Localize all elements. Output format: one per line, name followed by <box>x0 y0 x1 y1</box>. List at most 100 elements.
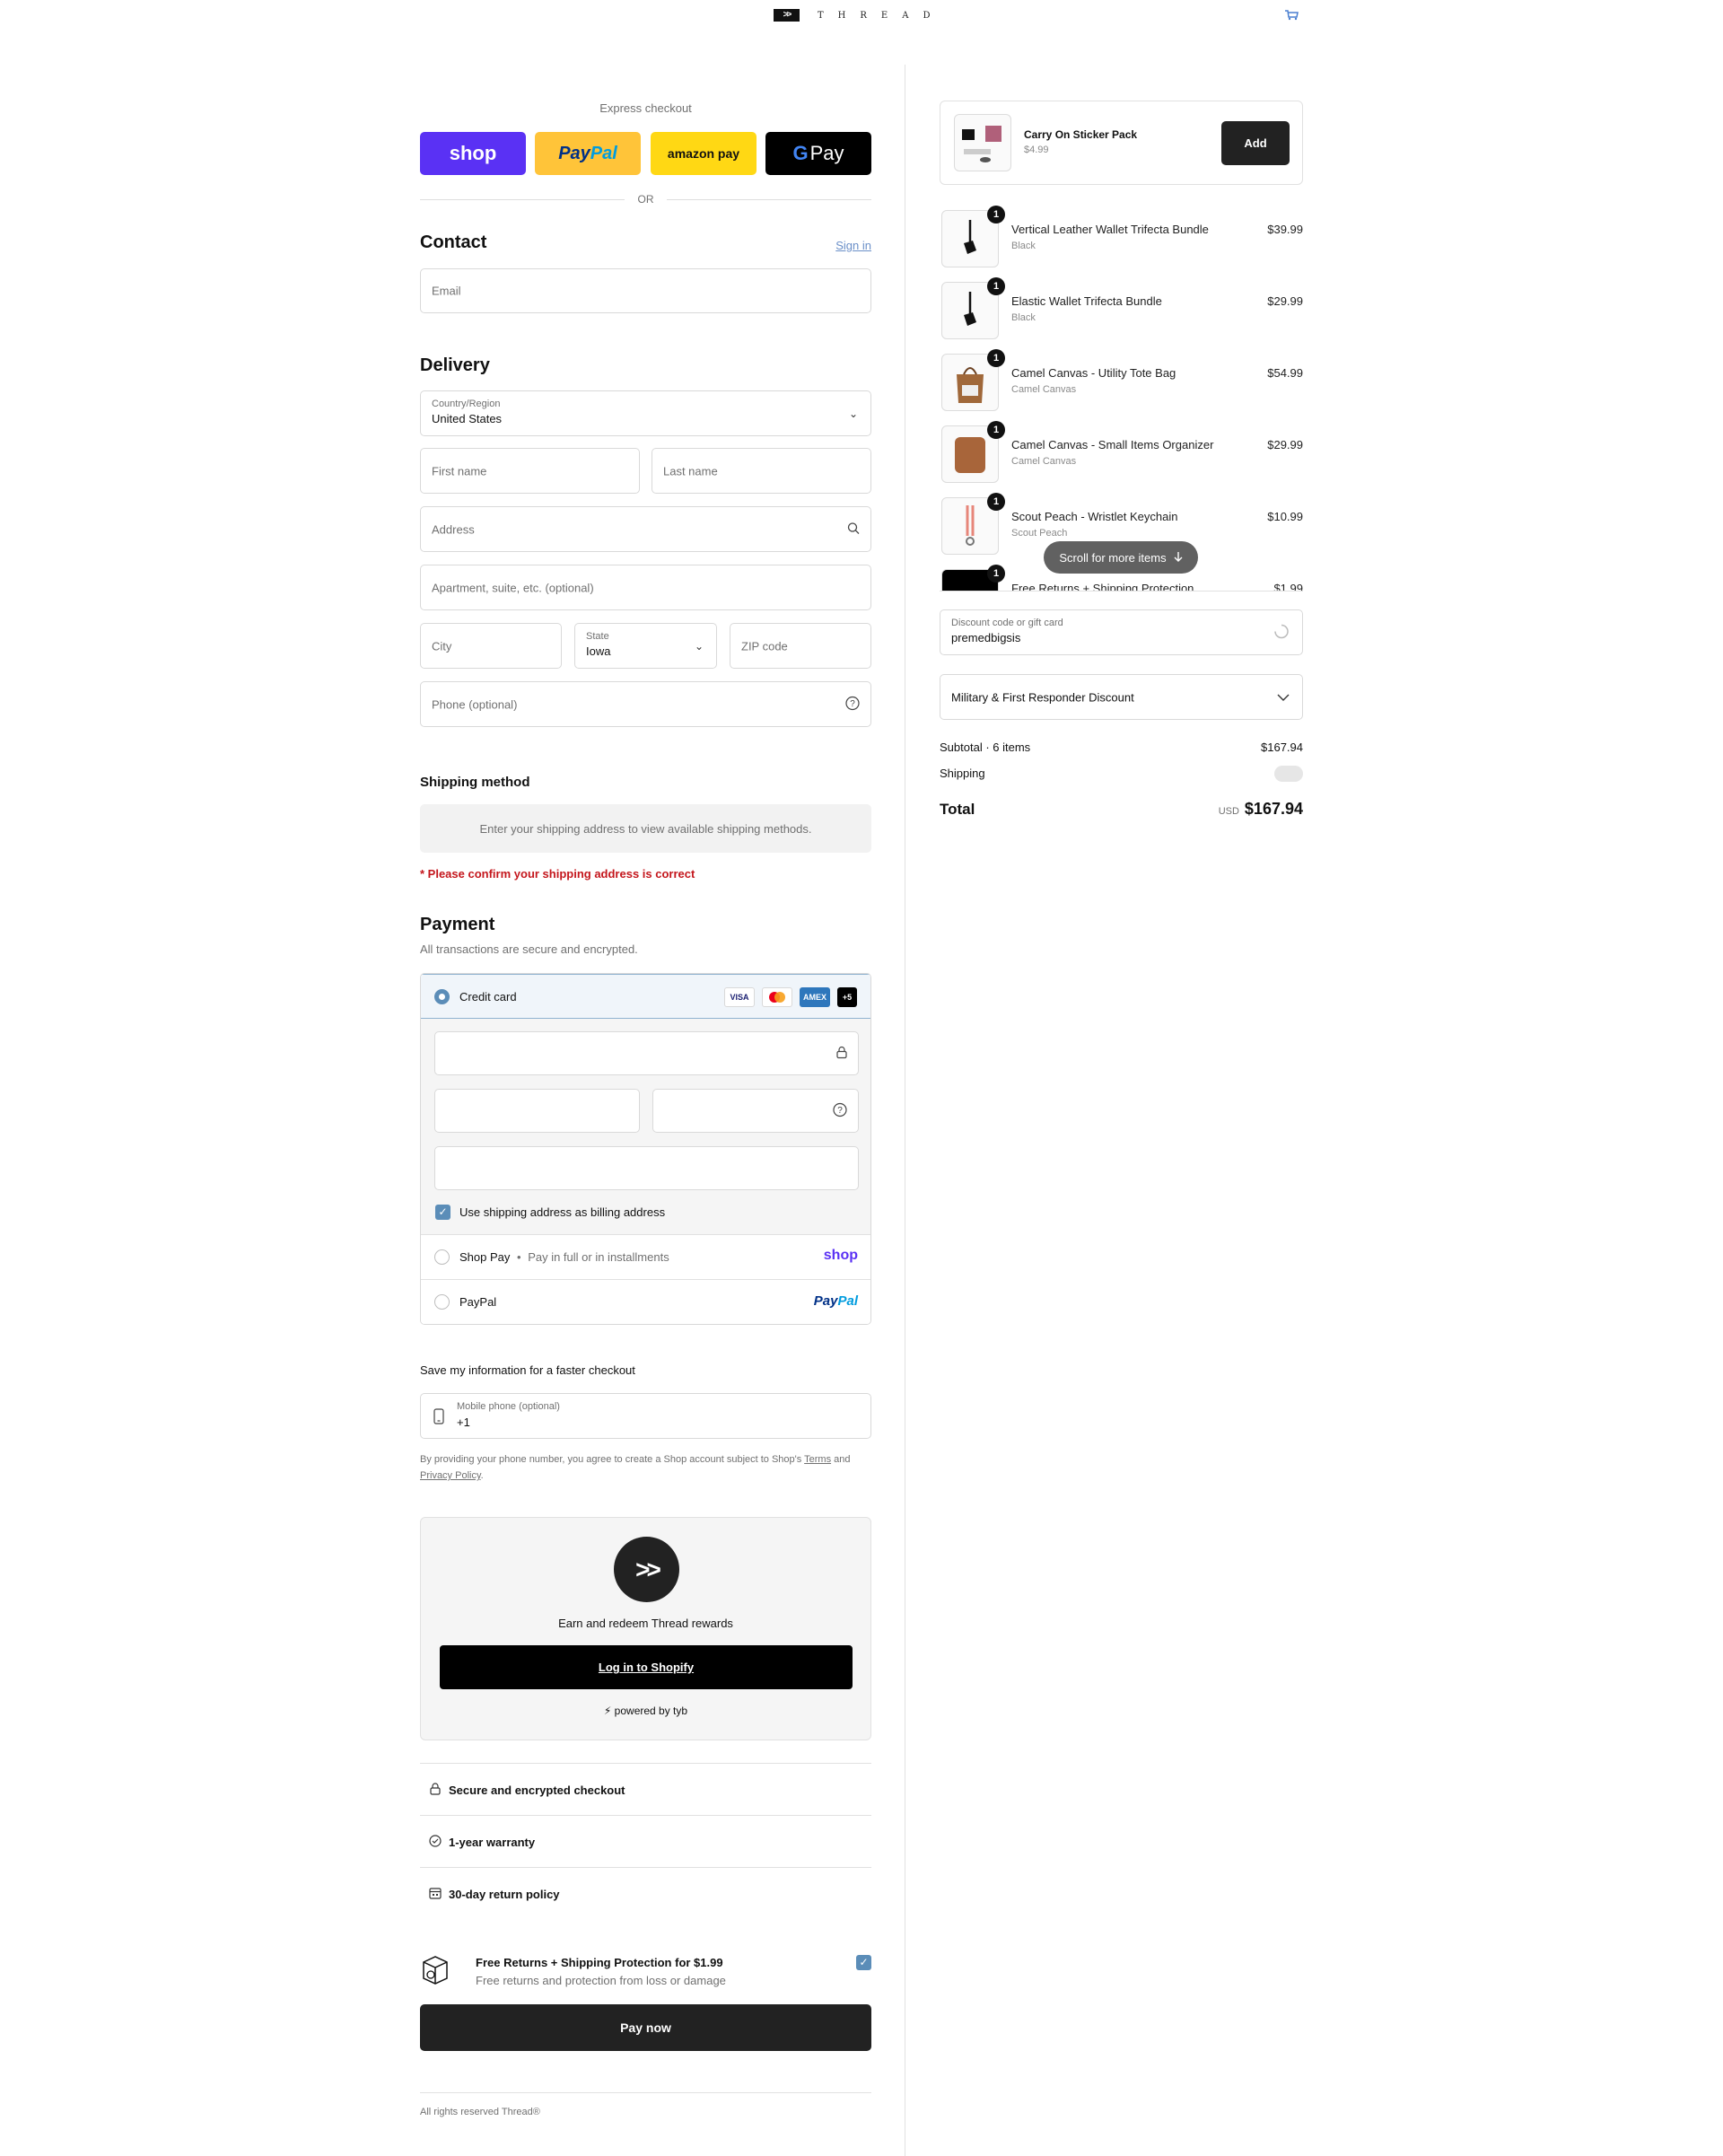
protection-checkbox[interactable]: ✓ <box>856 1955 871 1970</box>
email-placeholder: Email <box>432 284 461 298</box>
country-select[interactable]: Country/Region United States ⌄ <box>420 390 871 436</box>
visa-icon: VISA <box>724 987 755 1007</box>
item-variant: Black <box>1011 312 1036 323</box>
protection-subtitle: Free returns and protection from loss or… <box>476 1974 726 1987</box>
phone-placeholder: Phone (optional) <box>432 697 518 711</box>
more-cards-badge: +5 <box>837 987 857 1007</box>
separator-dot: • <box>517 1250 521 1264</box>
mobile-phone-field[interactable]: Mobile phone (optional) +1 <box>420 1393 871 1439</box>
footer-divider <box>420 2092 871 2093</box>
brand-logo[interactable]: >> THREAD <box>774 8 944 22</box>
cart-item: 1 Camel Canvas - Utility Tote Bag Camel … <box>940 343 1303 415</box>
cart-item: 1 Camel Canvas - Small Items Organizer C… <box>940 415 1303 486</box>
item-title: Free Returns + Shipping Protection <box>1011 582 1194 591</box>
thread-rewards-logo: >> <box>614 1537 679 1602</box>
trust-divider <box>420 1815 871 1816</box>
military-discount-dropdown[interactable]: Military & First Responder Discount <box>940 674 1303 720</box>
amazon-pay-express-button[interactable]: amazon pay <box>651 132 757 175</box>
upsell-add-button[interactable]: Add <box>1221 121 1290 165</box>
trust-item-returns: 30-day return policy <box>429 1887 560 1902</box>
zip-field[interactable]: ZIP code <box>730 623 871 669</box>
chevron-down-icon <box>1277 691 1290 704</box>
terms-period: . <box>480 1470 484 1481</box>
shop-pay-radio[interactable] <box>434 1249 450 1265</box>
express-checkout-title: Express checkout <box>599 101 692 115</box>
card-number-field[interactable] <box>434 1031 859 1075</box>
apartment-field[interactable]: Apartment, suite, etc. (optional) <box>420 565 871 610</box>
email-field[interactable]: Email <box>420 268 871 313</box>
item-title: Camel Canvas - Small Items Organizer <box>1011 438 1214 451</box>
credit-card-label: Credit card <box>459 990 517 1004</box>
credit-card-radio[interactable] <box>434 989 450 1004</box>
first-name-placeholder: First name <box>432 464 487 478</box>
terms-link[interactable]: Terms <box>804 1454 831 1465</box>
paypal-label: PayPal <box>459 1295 497 1309</box>
protection-title: Free Returns + Shipping Protection for $… <box>476 1956 723 1969</box>
billing-same-label: Use shipping address as billing address <box>459 1205 666 1219</box>
paypal-option[interactable]: PayPal PayPal <box>421 1279 870 1324</box>
security-code-field[interactable]: ? <box>652 1089 859 1133</box>
svg-text:?: ? <box>837 1106 843 1116</box>
shipping-label: Shipping <box>940 767 985 780</box>
help-icon[interactable]: ? <box>845 696 860 713</box>
cart-icon[interactable] <box>1281 8 1301 21</box>
cart-item: 1 Vertical Leather Wallet Trifecta Bundl… <box>940 199 1303 271</box>
cart-items-list[interactable]: 1 Vertical Leather Wallet Trifecta Bundl… <box>940 199 1303 591</box>
svg-text:?: ? <box>850 699 855 709</box>
paypal-logo-pay: Pay <box>558 143 590 163</box>
login-shopify-button[interactable]: Log in to Shopify <box>440 1645 853 1689</box>
lock-icon <box>429 1783 442 1798</box>
sign-in-link[interactable]: Sign in <box>835 239 871 252</box>
google-pay-express-button[interactable]: G Pay <box>765 132 871 175</box>
credit-card-option[interactable]: Credit card VISA AMEX +5 <box>421 974 870 1019</box>
quantity-badge: 1 <box>987 493 1005 511</box>
header: >> THREAD <box>0 0 1723 32</box>
discount-code-field[interactable]: Discount code or gift card premedbigsis <box>940 609 1303 655</box>
paypal-radio[interactable] <box>434 1294 450 1310</box>
paypal-express-button[interactable]: Pay Pal <box>535 132 641 175</box>
total-amount: USD $167.94 <box>1219 800 1303 819</box>
lock-icon <box>836 1046 847 1061</box>
billing-same-checkbox[interactable]: ✓ <box>435 1205 450 1220</box>
address-field[interactable]: Address <box>420 506 871 552</box>
phone-field[interactable]: Phone (optional) ? <box>420 681 871 727</box>
scroll-more-label: Scroll for more items <box>1059 550 1167 565</box>
state-select[interactable]: State Iowa ⌄ <box>574 623 717 669</box>
cart-list-divider <box>940 591 1303 592</box>
item-title: Elastic Wallet Trifecta Bundle <box>1011 294 1162 308</box>
privacy-policy-link[interactable]: Privacy Policy <box>420 1470 481 1481</box>
shop-pay-label: Shop Pay • Pay in full or in installment… <box>459 1250 669 1264</box>
contact-heading: Contact <box>420 232 487 252</box>
trust-divider <box>420 1867 871 1868</box>
quantity-badge: 1 <box>987 421 1005 439</box>
help-icon[interactable]: ? <box>833 1102 847 1119</box>
city-field[interactable]: City <box>420 623 562 669</box>
mobile-phone-label: Mobile phone (optional) <box>457 1401 560 1412</box>
chevron-down-icon: ⌄ <box>848 407 858 420</box>
brand-mark-icon: >> <box>774 9 800 22</box>
package-protection-icon <box>420 1953 450 1990</box>
pay-now-button[interactable]: Pay now <box>420 2004 871 2051</box>
upsell-price: $4.99 <box>1024 145 1049 155</box>
last-name-field[interactable]: Last name <box>652 448 871 494</box>
brand-name: THREAD <box>818 10 945 21</box>
discount-label: Discount code or gift card <box>951 618 1063 628</box>
shop-pay-option[interactable]: Shop Pay • Pay in full or in installment… <box>421 1234 870 1279</box>
expiry-field[interactable] <box>434 1089 640 1133</box>
quantity-badge: 1 <box>987 349 1005 367</box>
shop-pay-express-button[interactable]: shop <box>420 132 526 175</box>
item-variant: Camel Canvas <box>1011 456 1077 467</box>
or-line-right <box>667 199 871 200</box>
google-pay-label: Pay <box>809 142 844 164</box>
scroll-more-button[interactable]: Scroll for more items <box>1044 541 1198 574</box>
rewards-text: Earn and redeem Thread rewards <box>558 1617 733 1630</box>
trust-item-label: Secure and encrypted checkout <box>449 1784 625 1797</box>
state-label: State <box>586 631 609 642</box>
upsell-card: Carry On Sticker Pack $4.99 Add <box>940 101 1303 185</box>
first-name-field[interactable]: First name <box>420 448 640 494</box>
item-variant: Black <box>1011 241 1036 251</box>
discount-value: premedbigsis <box>951 631 1021 644</box>
name-on-card-field[interactable] <box>434 1146 859 1190</box>
footer-copyright: All rights reserved Thread® <box>420 2107 540 2117</box>
calendar-icon <box>429 1887 442 1902</box>
